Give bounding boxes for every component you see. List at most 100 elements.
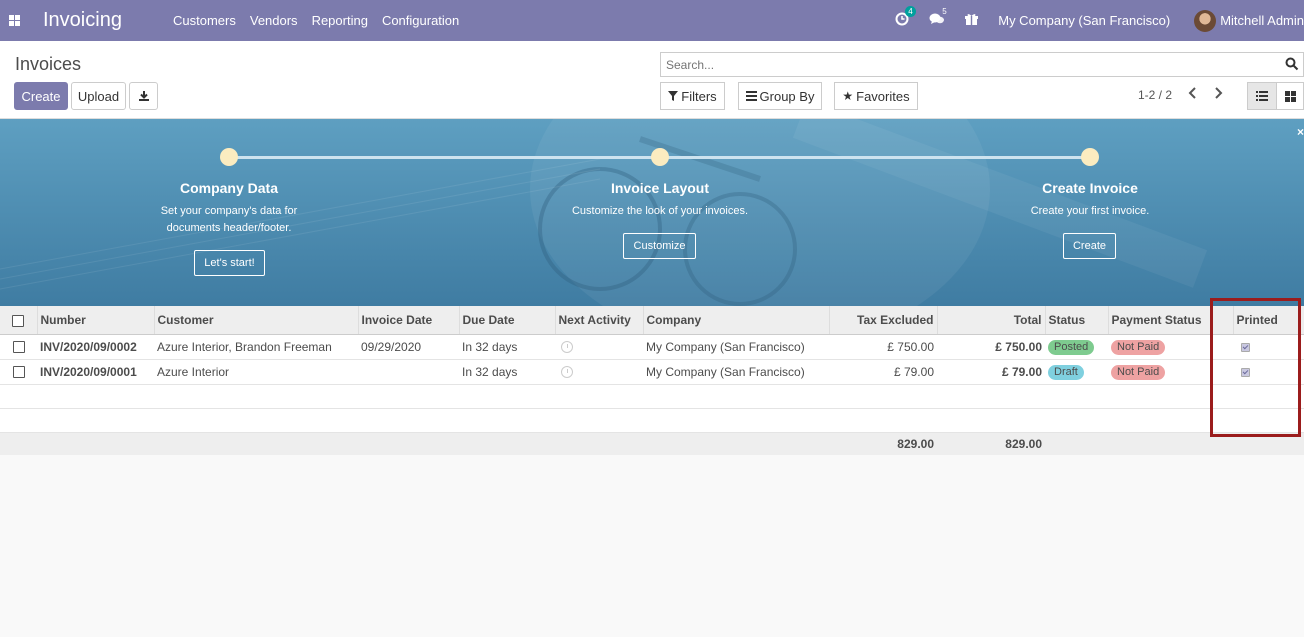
row-checkbox[interactable]	[0, 359, 37, 385]
menu-reporting[interactable]: Reporting	[305, 0, 375, 41]
avatar	[1194, 9, 1217, 32]
column-header-payment-status[interactable]: Payment Status	[1108, 306, 1234, 335]
cell-printed	[1233, 334, 1304, 360]
column-header-company[interactable]: Company	[643, 306, 830, 335]
column-header-total[interactable]: Total	[937, 306, 1046, 335]
kanban-view-icon	[1284, 90, 1296, 102]
upload-button[interactable]: Upload	[71, 82, 126, 110]
app-title[interactable]: Invoicing	[43, 9, 122, 32]
list-view-icon	[1256, 91, 1268, 101]
step-title-company-data: Company Data	[179, 180, 279, 196]
column-header-tax-excluded[interactable]: Tax Excluded	[829, 306, 938, 335]
column-header-customer[interactable]: Customer	[154, 306, 359, 335]
cell-number: INV/2020/09/0002	[37, 334, 154, 360]
column-header-printed[interactable]: Printed	[1233, 306, 1304, 335]
empty-cell	[0, 384, 1304, 409]
messages-count: 5	[942, 7, 947, 16]
group-by-label: Group By	[759, 88, 815, 104]
payment-status-badge: Not Paid	[1111, 339, 1166, 355]
onboarding-banner: × Company Data Set your company's data f…	[0, 119, 1304, 306]
step-text-invoice-layout: Customize the look of your invoices.	[571, 205, 749, 217]
empty-row	[0, 408, 1304, 433]
apps-menu-icon[interactable]	[9, 15, 20, 26]
user-menu[interactable]: Mitchell Admin	[1194, 9, 1304, 32]
menu-configuration[interactable]: Configuration	[375, 0, 466, 41]
step-text-create-invoice: Create your first invoice.	[1030, 205, 1150, 217]
lets-start-button[interactable]: Let's start!	[194, 250, 265, 276]
activity-clock-icon[interactable]	[561, 366, 573, 379]
column-header-status[interactable]: Status	[1045, 306, 1109, 335]
column-header-invoice-date[interactable]: Invoice Date	[358, 306, 460, 335]
cell-next-activity[interactable]	[555, 359, 643, 385]
user-name: Mitchell Admin	[1220, 13, 1304, 28]
step-text-company-data-2: documents header/footer.	[166, 222, 292, 234]
cell-company: My Company (San Francisco)	[643, 334, 829, 360]
pager-previous-icon[interactable]	[1188, 86, 1198, 102]
cell-invoice-date: 09/29/2020	[358, 334, 459, 360]
kanban-view-button[interactable]	[1276, 82, 1304, 110]
activity-clock-icon[interactable]: 4	[895, 6, 916, 29]
cell-total: £ 79.00	[937, 359, 1045, 385]
filters-button[interactable]: Filters	[660, 82, 725, 110]
create-button[interactable]: Create	[14, 82, 68, 110]
empty-cell	[0, 408, 1304, 433]
column-header-due-date[interactable]: Due Date	[459, 306, 556, 335]
page-title: Invoices	[15, 54, 82, 74]
pager-next-icon[interactable]	[1213, 86, 1223, 102]
star-icon: ★	[842, 89, 854, 103]
company-switcher[interactable]: My Company (San Francisco)	[998, 13, 1170, 28]
cell-customer: Azure Interior, Brandon Freeman	[154, 334, 358, 360]
footer-tax-excluded-sum: 829.00	[829, 432, 937, 455]
cell-number: INV/2020/09/0001	[37, 359, 154, 385]
cell-tax-excluded: £ 79.00	[829, 359, 937, 385]
step-dot-create-invoice	[1081, 148, 1099, 166]
invoice-table: Number Customer Invoice Date Due Date Ne…	[0, 306, 1304, 455]
control-panel: Invoices Create Upload Filters Group By …	[0, 41, 1304, 119]
activity-count-badge: 4	[905, 6, 916, 17]
cell-payment-status: Not Paid	[1108, 359, 1233, 385]
favorites-button[interactable]: ★ Favorites	[834, 82, 918, 110]
column-header-number[interactable]: Number	[37, 306, 155, 335]
printed-checkbox	[1241, 367, 1250, 377]
cell-customer: Azure Interior	[154, 359, 358, 385]
step-dot-company-data	[220, 148, 238, 166]
cell-printed	[1233, 359, 1304, 385]
close-icon[interactable]: ×	[1297, 125, 1304, 139]
download-icon	[138, 91, 149, 101]
footer-spacer	[0, 432, 829, 455]
group-by-button[interactable]: Group By	[738, 82, 822, 110]
invoice-list: Number Customer Invoice Date Due Date Ne…	[0, 306, 1304, 455]
row-checkbox[interactable]	[0, 334, 37, 360]
download-button[interactable]	[129, 82, 158, 110]
favorites-label: Favorites	[856, 88, 910, 104]
messages-chat-icon[interactable]: 5	[929, 7, 947, 29]
cell-invoice-date	[358, 359, 459, 385]
table-row[interactable]: INV/2020/09/0001 Azure Interior In 32 da…	[0, 359, 1304, 385]
menu-customers[interactable]: Customers	[166, 0, 243, 41]
cell-company: My Company (San Francisco)	[643, 359, 829, 385]
cell-due-date: In 32 days	[459, 334, 555, 360]
pager-value[interactable]: 1-2 / 2	[1138, 88, 1172, 102]
printed-checkbox	[1241, 342, 1250, 352]
empty-row	[0, 384, 1304, 409]
gift-icon[interactable]	[965, 13, 979, 29]
list-view-button[interactable]	[1247, 82, 1277, 110]
cell-due-date: In 32 days	[459, 359, 555, 385]
footer-spacer	[1045, 432, 1304, 455]
customize-button[interactable]: Customize	[623, 233, 696, 259]
column-header-next-activity[interactable]: Next Activity	[555, 306, 644, 335]
search-icon[interactable]	[1285, 57, 1299, 71]
cell-next-activity[interactable]	[555, 334, 643, 360]
filter-icon	[668, 91, 679, 101]
status-badge: Posted	[1048, 339, 1095, 355]
cell-total: £ 750.00	[937, 334, 1045, 360]
search-input[interactable]	[661, 53, 1303, 76]
activity-clock-icon[interactable]	[561, 341, 573, 354]
table-row[interactable]: INV/2020/09/0002 Azure Interior, Brandon…	[0, 334, 1304, 360]
search-bar	[660, 52, 1304, 77]
create-invoice-button[interactable]: Create	[1063, 233, 1116, 259]
menu-vendors[interactable]: Vendors	[243, 0, 305, 41]
step-title-create-invoice: Create Invoice	[1042, 180, 1138, 196]
select-all-checkbox[interactable]	[0, 306, 38, 335]
table-header-row: Number Customer Invoice Date Due Date Ne…	[0, 306, 1304, 335]
